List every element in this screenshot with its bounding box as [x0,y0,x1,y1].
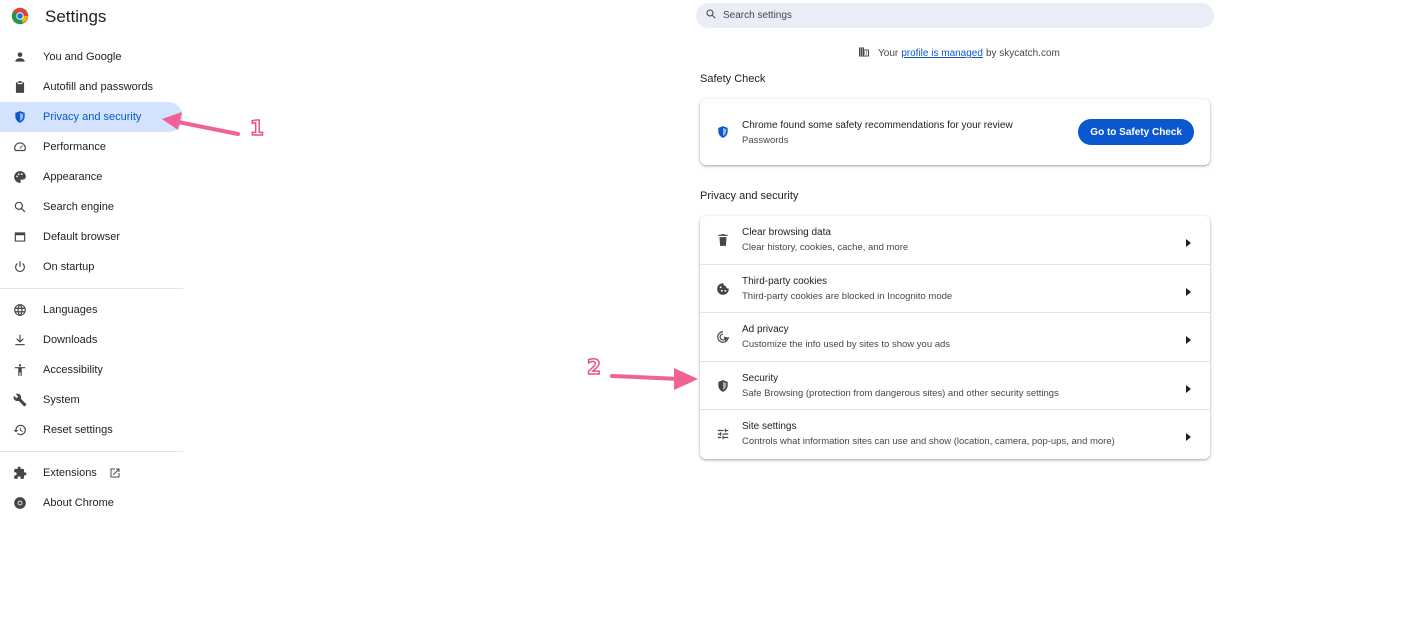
annotation-number-2: 2 [586,354,601,380]
sidebar-item-label: Autofill and passwords [43,81,154,93]
site-settings-row[interactable]: Site settings Controls what information … [700,410,1210,459]
clipboard-icon [12,79,28,95]
building-icon [858,46,878,61]
browser-icon [12,229,28,245]
sidebar-item-accessibility[interactable]: Accessibility [0,355,183,385]
sidebar-item-label: On startup [43,261,95,273]
sidebar-item-extensions[interactable]: Extensions [0,458,183,488]
search-icon [705,7,717,25]
sidebar-item-system[interactable]: System [0,385,183,415]
open-in-new-icon [109,467,121,479]
managed-profile-notice: Your profile is managed by skycatch.com [858,46,1060,61]
sidebar-item-label: About Chrome [43,497,114,509]
sidebar-item-label: Appearance [43,171,103,183]
safety-check-heading: Safety Check [700,73,766,85]
chrome-icon [12,495,28,511]
palette-icon [12,169,28,185]
row-title: Ad privacy [742,324,789,336]
chevron-right-icon [1184,284,1192,296]
ad-privacy-icon [716,330,730,344]
safety-check-subtitle: Passwords [742,135,789,146]
sidebar-item-appearance[interactable]: Appearance [0,162,183,192]
sidebar-item-you-and-google[interactable]: You and Google [0,42,183,72]
search-input[interactable] [723,10,1183,21]
sidebar-item-label: You and Google [43,51,122,63]
sidebar-item-label: Search engine [43,201,114,213]
row-subtitle: Safe Browsing (protection from dangerous… [742,387,1059,399]
row-subtitle: Controls what information sites can use … [742,436,1115,448]
search-icon [12,199,28,215]
sidebar-item-search-engine[interactable]: Search engine [0,192,183,222]
power-icon [12,259,28,275]
sidebar-item-label: System [43,394,80,406]
chrome-logo-icon [11,7,29,25]
go-to-safety-check-button[interactable]: Go to Safety Check [1078,119,1194,145]
sidebar-item-languages[interactable]: Languages [0,295,183,325]
sidebar-item-label: Accessibility [43,364,103,376]
safety-check-title: Chrome found some safety recommendations… [742,120,1013,131]
sliders-icon [716,427,730,441]
globe-icon [12,302,28,318]
sidebar-item-label: Downloads [43,334,98,346]
search-bar[interactable] [696,3,1214,28]
managed-suffix: by skycatch.com [985,48,1060,59]
sidebar-item-label: Extensions [43,467,97,479]
sidebar-item-performance[interactable]: Performance [0,132,183,162]
page-title: Settings [45,7,107,26]
sidebar-item-label: Performance [43,141,106,153]
profile-managed-link[interactable]: profile is managed [901,48,983,59]
wrench-icon [12,392,28,408]
sidebar-item-downloads[interactable]: Downloads [0,325,183,355]
managed-prefix: Your [878,48,899,59]
sidebar-item-label: Reset settings [43,424,113,436]
privacy-section-heading: Privacy and security [700,190,799,202]
shield-icon [12,109,28,125]
chevron-right-icon [1184,235,1192,247]
row-title: Third-party cookies [742,275,828,287]
sidebar-item-label: Privacy and security [43,111,142,123]
sidebar-item-label: Default browser [43,231,121,243]
sidebar: You and Google Autofill and passwords Pr… [0,42,183,518]
trash-icon [716,233,730,247]
sidebar-item-about-chrome[interactable]: About Chrome [0,488,183,518]
reset-icon [12,422,28,438]
third-party-cookies-row[interactable]: Third-party cookies Third-party cookies … [700,265,1210,314]
row-subtitle: Third-party cookies are blocked in Incog… [742,290,953,302]
row-title: Security [742,372,779,384]
chevron-right-icon [1184,332,1192,345]
ad-privacy-row[interactable]: Ad privacy Customize the info used by si… [700,313,1210,362]
person-icon [12,49,28,65]
speedometer-icon [12,139,28,155]
sidebar-item-autofill[interactable]: Autofill and passwords [0,72,183,102]
safety-shield-icon [716,125,730,139]
cookie-icon [716,282,730,296]
sidebar-item-label: Languages [43,304,98,316]
clear-browsing-data-row[interactable]: Clear browsing data Clear history, cooki… [700,216,1210,265]
sidebar-divider [0,451,183,452]
sidebar-item-default-browser[interactable]: Default browser [0,222,183,252]
annotation-arrow-2 [610,368,698,390]
puzzle-icon [12,465,28,481]
annotation-arrow-1 [162,112,240,136]
chevron-right-icon [1184,381,1192,393]
privacy-card: Clear browsing data Clear history, cooki… [700,216,1210,459]
chevron-right-icon [1184,429,1192,442]
sidebar-divider [0,288,183,289]
row-title: Clear browsing data [742,227,831,238]
annotation-number-1: 1 [249,115,264,141]
security-shield-icon [716,379,730,393]
sidebar-item-on-startup[interactable]: On startup [0,252,183,282]
sidebar-item-reset-settings[interactable]: Reset settings [0,415,183,445]
row-title: Site settings [742,421,797,433]
accessibility-icon [12,362,28,378]
download-icon [12,332,28,348]
security-row[interactable]: Security Safe Browsing (protection from … [700,362,1210,411]
row-subtitle: Customize the info used by sites to show… [742,339,951,351]
safety-check-card: Chrome found some safety recommendations… [700,99,1210,165]
row-subtitle: Clear history, cookies, cache, and more [742,242,909,253]
sidebar-item-privacy-and-security[interactable]: Privacy and security [0,102,183,132]
